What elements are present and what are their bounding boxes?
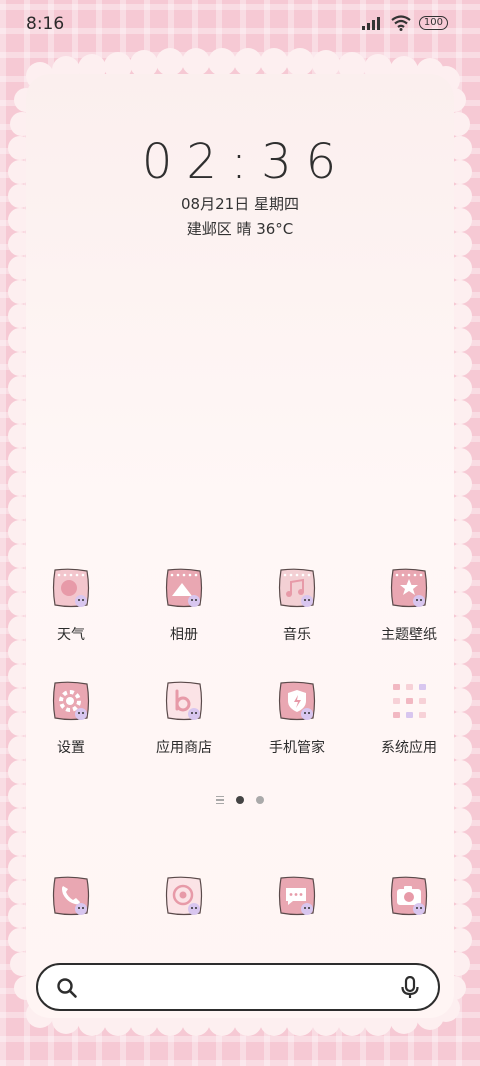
dock-camera[interactable] — [359, 874, 459, 918]
camera-icon — [387, 874, 431, 918]
app-label: 系统应用 — [381, 740, 437, 756]
weather-icon — [49, 566, 93, 610]
app-label: 音乐 — [283, 627, 311, 643]
search-bar[interactable] — [36, 963, 440, 1011]
folder-icon — [387, 679, 431, 723]
search-icon[interactable] — [56, 977, 78, 999]
app-settings[interactable]: 设置 — [21, 679, 121, 757]
lockscreen-date: 08月21日 星期四 — [181, 195, 299, 213]
security-icon — [275, 679, 319, 723]
app-weather[interactable]: 天气 — [21, 566, 121, 644]
app-store-icon — [162, 679, 206, 723]
app-gallery[interactable]: 相册 — [134, 566, 234, 644]
page-list-indicator[interactable] — [216, 796, 224, 804]
lockscreen-weather: 建邺区 晴 36°C — [186, 220, 294, 238]
page-dot[interactable] — [256, 796, 264, 804]
gallery-icon — [162, 566, 206, 610]
app-music[interactable]: 音乐 — [247, 566, 347, 644]
app-label: 主题壁纸 — [381, 627, 437, 643]
app-themes[interactable]: 主题壁纸 — [359, 566, 459, 644]
browser-icon — [162, 874, 206, 918]
app-security[interactable]: 手机管家 — [247, 679, 347, 757]
microphone-icon[interactable] — [400, 976, 420, 1000]
dock-messages[interactable] — [247, 874, 347, 918]
app-folder-system[interactable]: 系统应用 — [359, 679, 459, 757]
page-dot-active[interactable] — [236, 796, 244, 804]
app-label: 手机管家 — [269, 740, 325, 756]
dock-browser[interactable] — [134, 874, 234, 918]
page-indicator[interactable] — [0, 796, 480, 804]
app-label: 应用商店 — [156, 740, 212, 756]
app-label: 天气 — [57, 627, 85, 643]
lockscreen-clock: 02:36 — [141, 134, 351, 190]
phone-icon — [49, 874, 93, 918]
app-label: 设置 — [57, 740, 85, 756]
app-label: 相册 — [170, 627, 198, 643]
dock-phone[interactable] — [21, 874, 121, 918]
messages-icon — [275, 874, 319, 918]
app-store[interactable]: 应用商店 — [134, 679, 234, 757]
settings-icon — [49, 679, 93, 723]
music-icon — [275, 566, 319, 610]
themes-icon — [387, 566, 431, 610]
